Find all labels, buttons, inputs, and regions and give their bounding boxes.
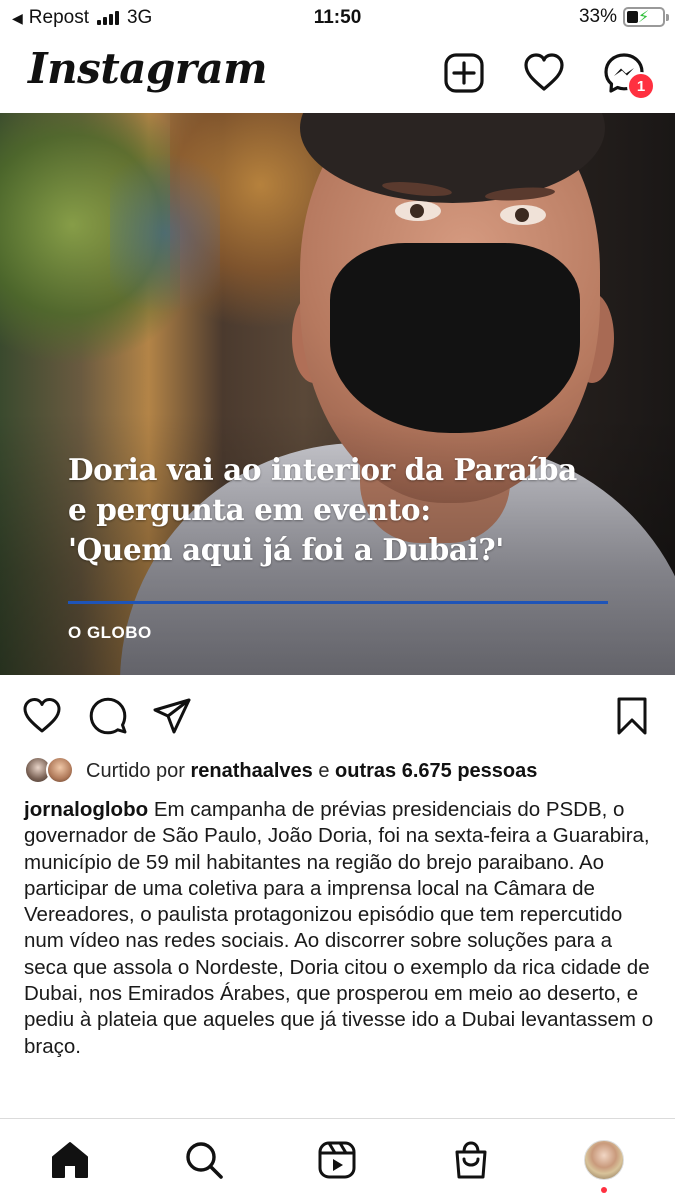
shop-icon[interactable]	[450, 1139, 492, 1181]
status-bar: ◀ Repost 3G 11:50 33% ⚡	[0, 0, 675, 36]
likes-prefix: Curtido por	[86, 759, 185, 782]
avatar	[46, 756, 74, 784]
search-icon[interactable]	[183, 1139, 225, 1181]
headline-line: Doria vai ao interior da Paraíba	[68, 452, 577, 487]
comment-icon[interactable]	[88, 696, 128, 736]
status-time: 11:50	[313, 7, 362, 28]
likes-others-link[interactable]: outras 6.675 pessoas	[335, 760, 537, 783]
background-blur	[110, 133, 220, 333]
bottom-nav	[0, 1118, 675, 1200]
caption-username[interactable]: jornaloglobo	[24, 798, 148, 821]
liker-avatars	[24, 756, 80, 786]
share-icon[interactable]	[152, 696, 192, 736]
post-caption: jornaloglobo Em campanha de prévias pres…	[24, 797, 656, 1060]
heart-icon[interactable]	[522, 51, 566, 95]
messages-badge: 1	[627, 72, 655, 100]
profile-avatar[interactable]	[584, 1140, 624, 1180]
app-header: Instagram 1	[0, 36, 675, 112]
headline-line: 'Quem aqui já foi a Dubai?'	[68, 532, 504, 567]
image-brand-label: O GLOBO	[68, 623, 152, 642]
likes-connector: e	[318, 759, 330, 782]
status-right: 33% ⚡	[578, 6, 669, 28]
photo-face-mask	[330, 243, 580, 433]
likes-summary[interactable]: Curtido por renathaalves e outras 6.675 …	[24, 756, 537, 786]
home-icon[interactable]	[49, 1139, 91, 1181]
new-post-icon[interactable]	[442, 51, 486, 95]
reels-icon[interactable]	[316, 1139, 358, 1181]
instagram-logo: Instagram	[28, 44, 268, 93]
headline-divider	[68, 601, 608, 604]
photo-eye	[395, 201, 441, 221]
liker-username[interactable]: renathaalves	[191, 760, 313, 783]
battery-percent: 33%	[578, 6, 617, 27]
post-actions	[0, 692, 675, 740]
caption-text: Em campanha de prévias presidenciais do …	[24, 798, 654, 1058]
image-headline: Doria vai ao interior da Paraíba e pergu…	[68, 450, 628, 570]
like-icon[interactable]	[22, 696, 62, 736]
post-image[interactable]: Doria vai ao interior da Paraíba e pergu…	[0, 113, 675, 675]
profile-notification-dot	[601, 1187, 607, 1193]
headline-line: e pergunta em evento:	[68, 492, 431, 527]
battery-icon: ⚡	[623, 7, 669, 27]
save-icon[interactable]	[612, 696, 652, 736]
photo-eye	[500, 205, 546, 225]
